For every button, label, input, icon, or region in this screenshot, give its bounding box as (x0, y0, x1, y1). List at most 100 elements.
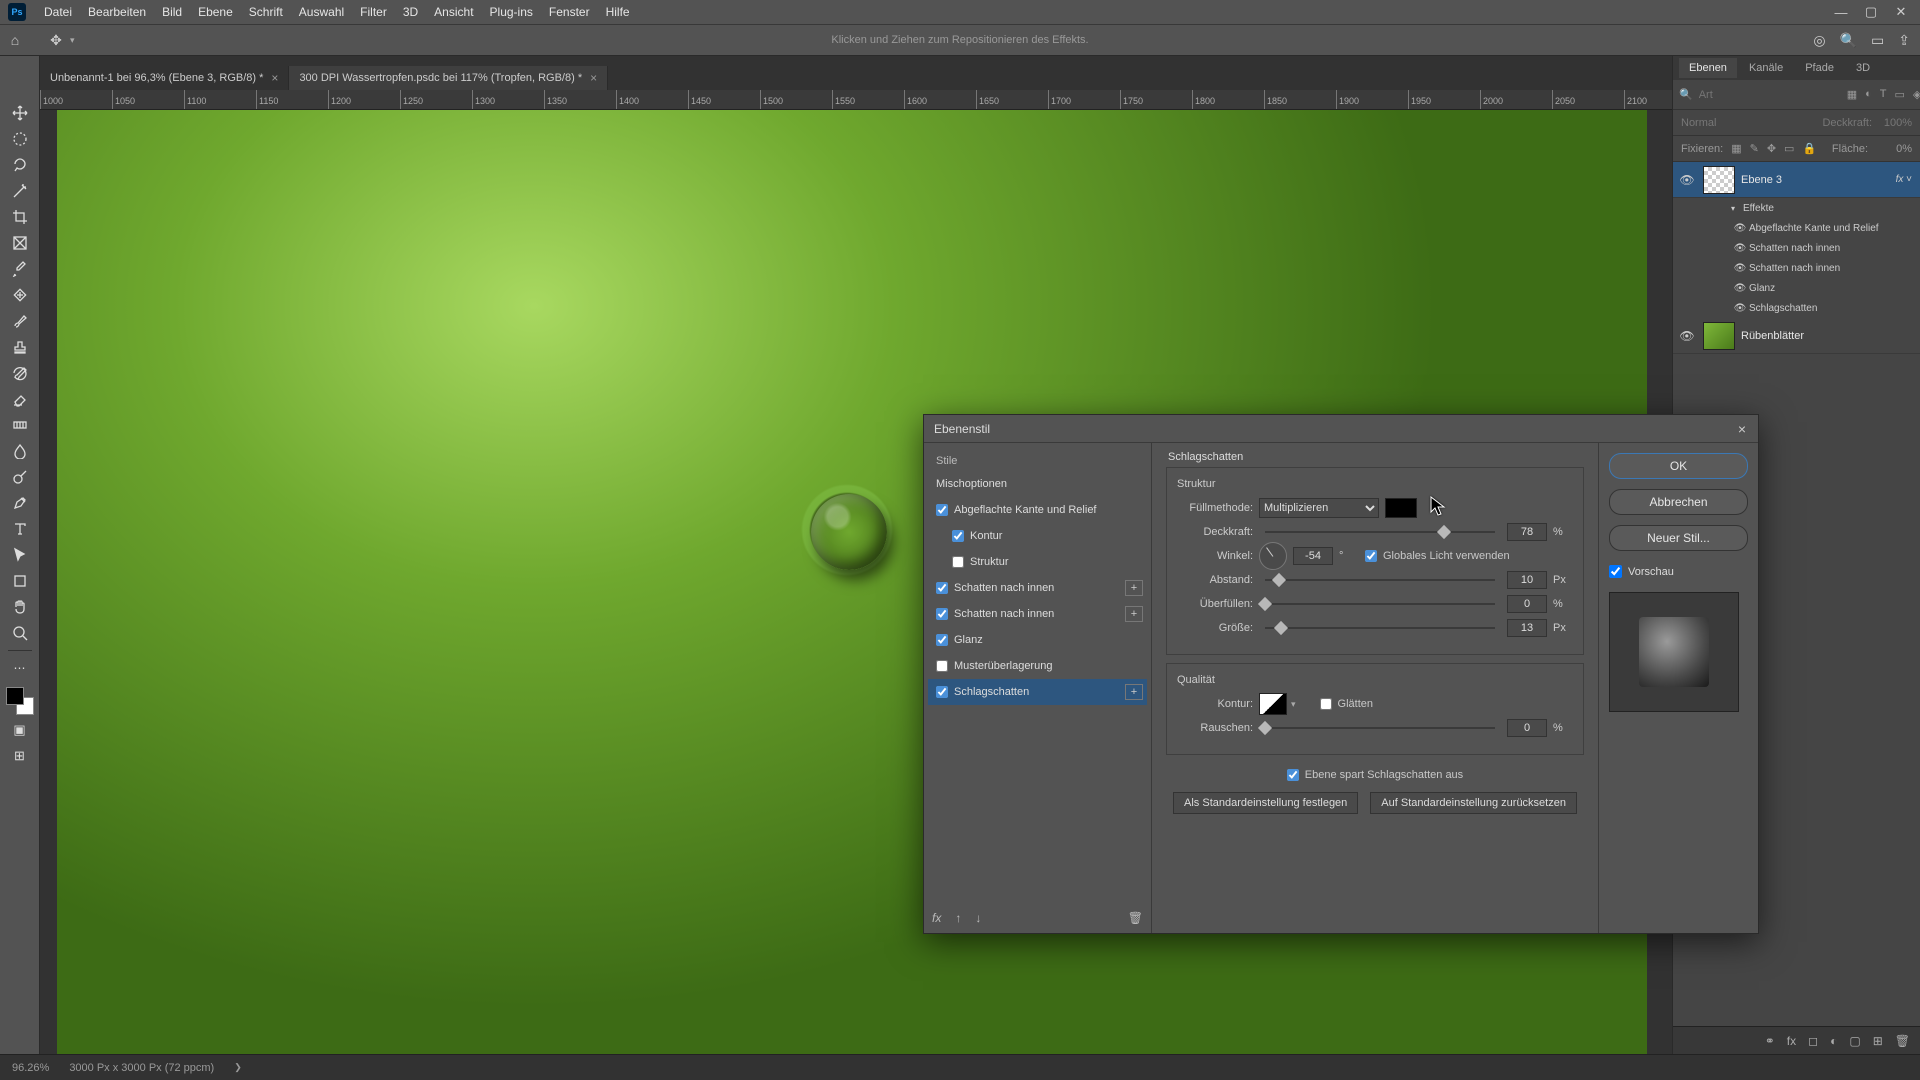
size-slider[interactable] (1265, 621, 1495, 635)
blur-tool[interactable] (6, 438, 34, 464)
noise-input[interactable] (1507, 719, 1547, 737)
panel-tab-3d[interactable]: 3D (1846, 58, 1880, 78)
dodge-tool[interactable] (6, 464, 34, 490)
marquee-tool[interactable] (6, 126, 34, 152)
minimize-button[interactable]: — (1826, 0, 1856, 24)
lock-position-icon[interactable]: ✥ (1767, 142, 1776, 155)
stamp-tool[interactable] (6, 334, 34, 360)
style-up-icon[interactable]: ↑ (955, 911, 961, 925)
style-delete-icon[interactable]: 🗑 (1128, 911, 1143, 925)
tab-close-icon[interactable]: × (590, 71, 597, 85)
dialog-title-bar[interactable]: Ebenenstil (924, 415, 1758, 443)
style-list-item[interactable]: Schatten nach innen+ (928, 601, 1147, 627)
share-icon[interactable]: ⇪ (1898, 32, 1910, 49)
layer-name[interactable]: Rübenblätter (1741, 330, 1916, 342)
document-info[interactable]: 3000 Px x 3000 Px (72 ppcm) (69, 1062, 214, 1074)
menu-bild[interactable]: Bild (154, 0, 190, 24)
angle-input[interactable] (1293, 547, 1333, 565)
document-tab[interactable]: 300 DPI Wassertropfen.psdc bei 117% (Tro… (289, 66, 608, 90)
panel-tab-ebenen[interactable]: Ebenen (1679, 58, 1737, 78)
opacity-input[interactable] (1507, 523, 1547, 541)
style-list-item[interactable]: Schlagschatten+ (928, 679, 1147, 705)
layer-effect-item[interactable]: 👁Schlagschatten (1673, 298, 1920, 318)
screenmode-toggle[interactable]: ⊞ (6, 745, 34, 767)
adjustment-layer-icon[interactable]: ◐ (1830, 1034, 1837, 1048)
style-checkbox[interactable] (952, 556, 964, 568)
home-button[interactable]: ⌂ (0, 32, 30, 48)
lock-artboard-icon[interactable]: ▭ (1784, 142, 1794, 155)
layer-effect-item[interactable]: 👁Glanz (1673, 278, 1920, 298)
brush-tool[interactable] (6, 308, 34, 334)
style-checkbox[interactable] (936, 634, 948, 646)
zoom-tool[interactable] (6, 620, 34, 646)
style-down-icon[interactable]: ↓ (975, 911, 981, 925)
add-style-instance-button[interactable]: + (1125, 580, 1143, 596)
contour-picker[interactable] (1259, 693, 1287, 715)
path-select-tool[interactable] (6, 542, 34, 568)
move-tool-indicator[interactable]: ✥ (44, 28, 68, 52)
move-tool[interactable] (6, 100, 34, 126)
close-button[interactable]: ✕ (1886, 0, 1916, 24)
search-icon[interactable]: 🔍 (1840, 32, 1857, 49)
new-style-button[interactable]: Neuer Stil... (1609, 525, 1748, 551)
frame-tool[interactable] (6, 230, 34, 256)
group-icon[interactable]: ▢ (1849, 1034, 1860, 1048)
link-layers-icon[interactable]: ⚭ (1765, 1034, 1775, 1048)
cancel-button[interactable]: Abbrechen (1609, 489, 1748, 515)
wand-tool[interactable] (6, 178, 34, 204)
filter-adjust-icon[interactable]: ◐ (1865, 88, 1872, 101)
menu-bearbeiten[interactable]: Bearbeiten (80, 0, 154, 24)
shape-tool[interactable] (6, 568, 34, 594)
preview-checkbox[interactable] (1609, 565, 1622, 578)
knockout-checkbox[interactable] (1287, 769, 1299, 781)
document-tab[interactable]: Unbenannt-1 bei 96,3% (Ebene 3, RGB/8) *… (40, 66, 289, 90)
menu-ebene[interactable]: Ebene (190, 0, 241, 24)
style-list-item[interactable]: Abgeflachte Kante und Relief (928, 497, 1147, 523)
blending-options-item[interactable]: Mischoptionen (928, 471, 1147, 497)
lock-all-icon[interactable]: 🔒 (1802, 142, 1816, 155)
layer-style-icon[interactable]: fx (1787, 1034, 1796, 1048)
menu-filter[interactable]: Filter (352, 0, 395, 24)
menu-plug-ins[interactable]: Plug-ins (482, 0, 541, 24)
menu-ansicht[interactable]: Ansicht (426, 0, 481, 24)
zoom-level[interactable]: 96.26% (12, 1062, 49, 1074)
edit-toolbar[interactable]: ⋯ (6, 655, 34, 681)
spread-input[interactable] (1507, 595, 1547, 613)
style-list-item[interactable]: Kontur (928, 523, 1147, 549)
visibility-toggle[interactable]: 👁 (1677, 329, 1697, 343)
add-style-instance-button[interactable]: + (1125, 684, 1143, 700)
effect-visibility-toggle[interactable]: 👁 (1731, 263, 1749, 274)
target-icon[interactable]: ◎ (1813, 32, 1825, 49)
spread-slider[interactable] (1265, 597, 1495, 611)
hand-tool[interactable] (6, 594, 34, 620)
gradient-tool[interactable] (6, 412, 34, 438)
eyedropper-tool[interactable] (6, 256, 34, 282)
history-brush-tool[interactable] (6, 360, 34, 386)
crop-tool[interactable] (6, 204, 34, 230)
workspace-icon[interactable]: ▭ (1871, 32, 1884, 49)
foreground-background-colors[interactable] (6, 687, 34, 715)
style-checkbox[interactable] (952, 530, 964, 542)
filter-shape-icon[interactable]: ▭ (1895, 88, 1905, 101)
effect-visibility-toggle[interactable]: 👁 (1731, 243, 1749, 254)
style-checkbox[interactable] (936, 686, 948, 698)
opacity-slider[interactable] (1265, 525, 1495, 539)
style-checkbox[interactable] (936, 608, 948, 620)
layer-filter-input[interactable] (1699, 89, 1841, 101)
delete-layer-icon[interactable]: 🗑 (1895, 1034, 1910, 1048)
blend-mode-select[interactable]: Normal (1681, 117, 1716, 129)
fx-badge[interactable]: fx ˅ (1896, 174, 1912, 185)
lock-transparency-icon[interactable]: ▦ (1731, 142, 1741, 155)
shadow-color-swatch[interactable] (1385, 498, 1417, 518)
healing-tool[interactable] (6, 282, 34, 308)
style-checkbox[interactable] (936, 582, 948, 594)
type-tool[interactable] (6, 516, 34, 542)
add-style-instance-button[interactable]: + (1125, 606, 1143, 622)
angle-dial[interactable] (1259, 542, 1287, 570)
tab-close-icon[interactable]: × (271, 71, 278, 85)
style-checkbox[interactable] (936, 504, 948, 516)
quickmask-toggle[interactable]: ▣ (6, 719, 34, 741)
eraser-tool[interactable] (6, 386, 34, 412)
layer-mask-icon[interactable]: ◻ (1808, 1034, 1818, 1048)
layer-effect-item[interactable]: 👁Schatten nach innen (1673, 258, 1920, 278)
